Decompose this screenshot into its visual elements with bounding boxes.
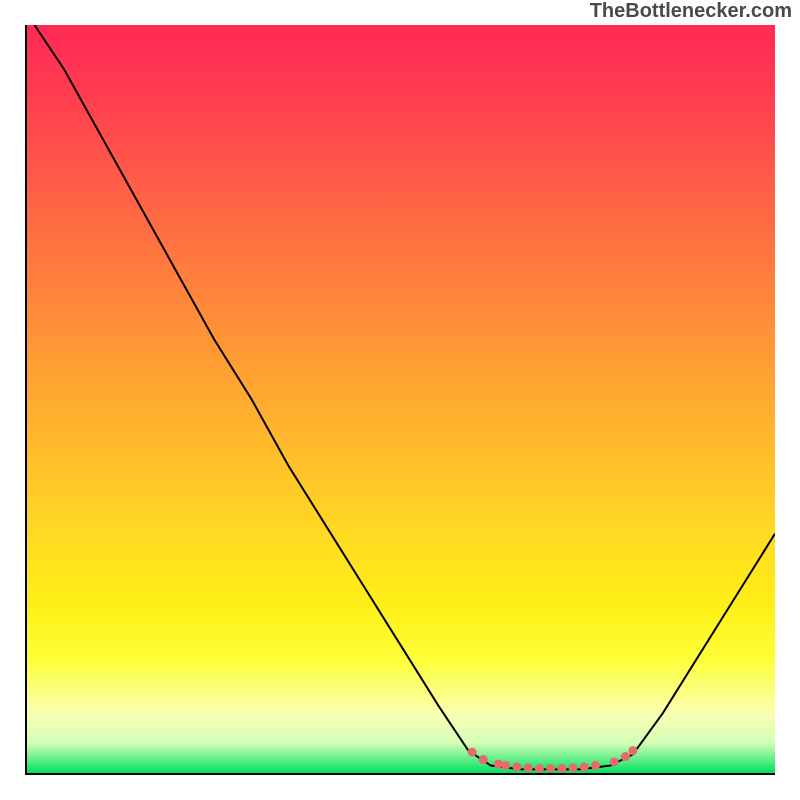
marker-dot <box>621 752 630 761</box>
marker-dot <box>501 761 510 770</box>
marker-dot <box>535 764 544 773</box>
marker-dot <box>513 763 522 772</box>
curve-markers <box>468 746 638 773</box>
watermark-text: TheBottlenecker.com <box>590 0 792 23</box>
marker-dot <box>557 764 566 773</box>
marker-dot <box>610 757 619 766</box>
marker-dot <box>494 760 503 769</box>
marker-dot <box>524 763 533 772</box>
marker-dot <box>468 748 477 757</box>
marker-dot <box>569 763 578 772</box>
marker-dot <box>580 763 589 772</box>
marker-dot <box>546 764 555 773</box>
marker-dot <box>628 746 637 755</box>
bottleneck-curve <box>34 25 775 769</box>
chart-svg <box>27 25 775 773</box>
plot-area <box>25 25 775 775</box>
marker-dot <box>591 761 600 770</box>
marker-dot <box>479 755 488 764</box>
